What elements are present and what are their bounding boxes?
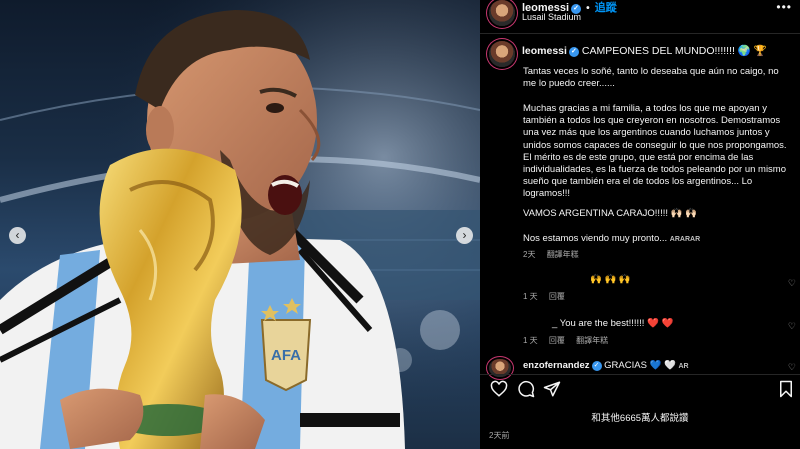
comment-like-heart-icon[interactable]: ♡: [788, 362, 796, 373]
more-options-icon[interactable]: •••: [776, 0, 792, 14]
follow-button[interactable]: 追蹤: [595, 2, 617, 14]
comment-meta: 1 天 回覆: [523, 291, 574, 302]
avatar[interactable]: [489, 0, 515, 26]
next-photo-button[interactable]: ›: [456, 227, 473, 244]
heart-icon: [490, 380, 508, 397]
previous-photo-button[interactable]: ‹: [9, 227, 26, 244]
comment-age: 1 天: [523, 336, 538, 345]
post-photo: AFA ‹ ›: [0, 0, 480, 449]
comment-text: 🙌 🙌 🙌: [590, 274, 631, 285]
divider: [480, 33, 800, 34]
comment-like-heart-icon[interactable]: ♡: [788, 278, 796, 289]
comment-like-heart-icon[interactable]: ♡: [788, 321, 796, 332]
comment: enzofernandez ✓ GRACIAS 💙 🤍 AR: [523, 360, 689, 371]
separator-dot: •: [586, 3, 590, 14]
chevron-left-icon: ‹: [15, 228, 20, 242]
caption-username-link[interactable]: leomessi: [522, 45, 567, 57]
chevron-right-icon: ›: [462, 228, 467, 242]
post-timestamp: 2天前: [489, 431, 510, 440]
translate-link[interactable]: 翻譯年糕: [576, 336, 608, 345]
comment-text: GRACIAS 💙 🤍: [604, 360, 676, 371]
comment-meta: 1 天 回覆 翻譯年糕: [523, 335, 617, 346]
caption-tag: ARARAR: [669, 236, 701, 243]
likes-count[interactable]: 和其他6665萬人都說讚: [480, 410, 800, 424]
comment-icon: [518, 380, 535, 398]
caption-meta: 2天 翻譯年糕: [523, 249, 588, 260]
comment-age: 1 天: [523, 292, 538, 301]
comment-username-link[interactable]: enzofernandez: [523, 360, 590, 371]
translate-link[interactable]: 翻譯年糕: [547, 250, 579, 259]
caption-avatar[interactable]: [489, 41, 515, 67]
verified-badge-icon: ✓: [591, 361, 602, 371]
messi-trophy-photo: AFA: [0, 0, 480, 449]
reply-link[interactable]: 回覆: [549, 336, 565, 345]
caption-header: leomessi ✓ CAMPEONES DEL MUNDO!!!!!!! 🌍 🏆: [522, 44, 767, 57]
bookmark-icon: [780, 380, 792, 398]
reply-link[interactable]: 回覆: [549, 292, 565, 301]
location-link[interactable]: Lusail Stadium: [522, 12, 581, 22]
divider: [480, 374, 800, 375]
caption-paragraph-4-text: Nos estamos viendo muy pronto...: [523, 233, 668, 244]
paper-plane-icon: [543, 381, 561, 397]
post-side-panel: leomessi ✓ • 追蹤 Lusail Stadium ••• leomes…: [480, 0, 800, 449]
comment-button[interactable]: [517, 380, 535, 403]
caption-paragraph-3: VAMOS ARGENTINA CARAJO!!!!! 🙌🏻 🙌🏻: [523, 208, 697, 219]
caption-paragraph-1: Tantas veces lo soñé, tanto lo deseaba q…: [523, 66, 779, 90]
caption-paragraph-2: Muchas gracias a mi familia, a todos los…: [523, 103, 787, 200]
svg-text:AFA: AFA: [271, 347, 301, 364]
verified-badge-icon: ✓: [568, 47, 579, 57]
caption-headline: CAMPEONES DEL MUNDO!!!!!!! 🌍 🏆: [581, 45, 767, 57]
caption-age: 2天: [523, 250, 536, 259]
comment-text: _ You are the best!!!!!! ❤️ ❤️: [552, 318, 674, 329]
comment-tag: AR: [678, 363, 689, 370]
caption-paragraph-4: Nos estamos viendo muy pronto... ARARAR: [523, 233, 791, 246]
like-button[interactable]: [490, 380, 508, 403]
share-button[interactable]: [543, 380, 561, 403]
save-button[interactable]: [778, 380, 794, 403]
